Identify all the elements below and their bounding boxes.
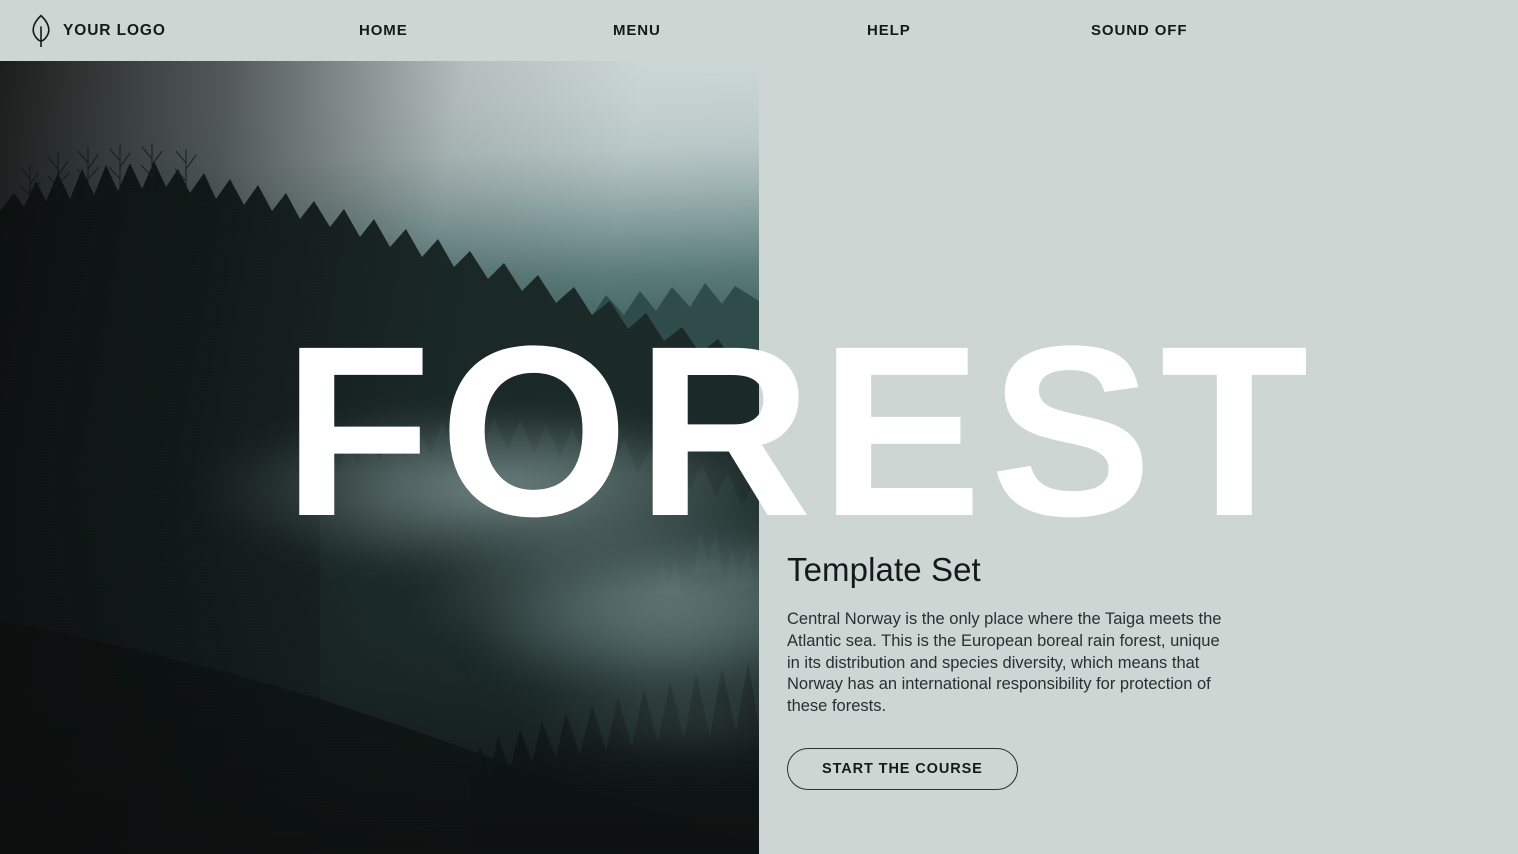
pagination-item-04[interactable]: 04 <box>808 850 848 854</box>
pagination-item-03[interactable]: 03 <box>768 850 808 854</box>
leaf-icon <box>32 14 50 47</box>
nav-item-home[interactable]: HOME <box>359 22 613 39</box>
content-title: Template Set <box>787 551 981 588</box>
brand-logo[interactable]: YOUR LOGO <box>29 14 359 48</box>
nav-item-menu[interactable]: MENU <box>613 22 867 39</box>
pagination-item-01[interactable]: 01 <box>688 850 728 854</box>
hero-stage: FOREST Template Set Central Norway is th… <box>0 61 1518 854</box>
content-body: Central Norway is the only place where t… <box>787 609 1222 716</box>
site-header: YOUR LOGO HOME MENU HELP SOUND OFF <box>0 0 1518 61</box>
nav-item-help[interactable]: HELP <box>867 22 1091 39</box>
slide-pagination: 01 02 03 04 <box>688 850 848 854</box>
hero-headline: FOREST <box>283 296 1317 567</box>
nav-item-sound-off[interactable]: SOUND OFF <box>1091 22 1351 39</box>
brand-name: YOUR LOGO <box>63 21 166 39</box>
slide-page: YOUR LOGO HOME MENU HELP SOUND OFF FORES… <box>0 0 1518 854</box>
main-nav: HOME MENU HELP SOUND OFF <box>359 22 1518 39</box>
hero-content: Template Set Central Norway is the only … <box>787 551 1257 790</box>
pagination-item-02[interactable]: 02 <box>728 850 768 854</box>
start-the-course-button[interactable]: START THE COURSE <box>787 747 1018 790</box>
